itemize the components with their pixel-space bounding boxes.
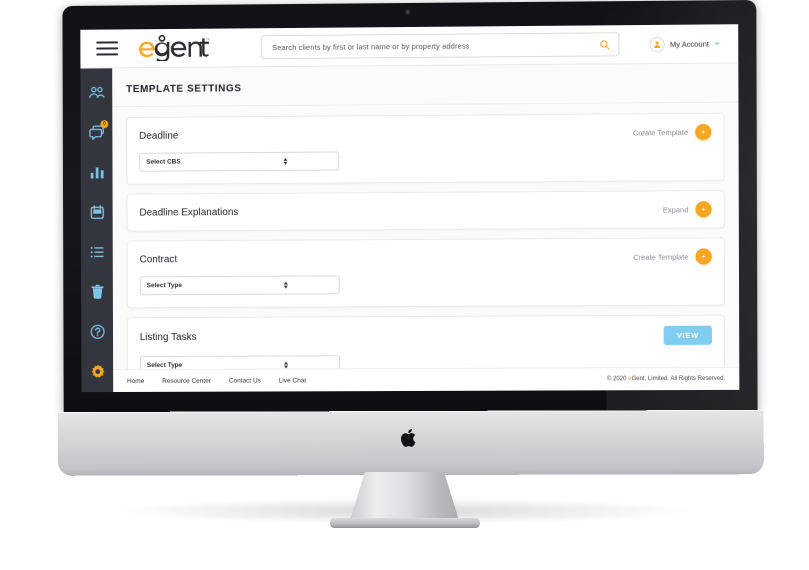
card-deadline: Deadline Create Template Select CBS: [126, 112, 725, 185]
monitor-bezel: ™ Search clients by first or last name o…: [62, 0, 758, 415]
calendar-icon: [90, 205, 104, 220]
expand-button[interactable]: [695, 201, 712, 218]
footer-link-live-chat[interactable]: Live Chat: [279, 377, 306, 384]
card-listing-tasks: Listing Tasks VIEW Select Type: [126, 314, 726, 370]
copyright-notice: © 2020 eGent, Limited. All Rights Reserv…: [607, 376, 729, 382]
monitor-stand: [349, 472, 460, 522]
client-search-bar[interactable]: [261, 32, 620, 60]
sidebar-item-calendar[interactable]: [87, 202, 107, 222]
question-mark-icon: [89, 323, 106, 340]
sidebar-item-messages[interactable]: 0: [87, 120, 109, 142]
sidebar-item-reports[interactable]: [87, 162, 107, 182]
sidebar-item-tasks[interactable]: [87, 242, 107, 262]
bar-chart-icon: [90, 167, 104, 179]
sidebar-item-help[interactable]: [87, 321, 107, 341]
plus-icon: [701, 130, 705, 134]
copyright-suffix: Gent, Limited. All Rights Reserved.: [631, 375, 726, 383]
chevron-down-icon[interactable]: [714, 41, 721, 46]
egent-logo[interactable]: ™: [138, 35, 224, 62]
select-cbs-value: Select CBS: [146, 158, 181, 166]
trash-icon: [90, 284, 104, 299]
create-template-button[interactable]: [695, 123, 712, 141]
top-navigation-bar: ™ Search clients by first or last name o…: [80, 24, 739, 69]
list-icon: [90, 246, 104, 257]
footer-link-contact-us[interactable]: Contact Us: [229, 377, 261, 384]
hamburger-menu-icon[interactable]: [96, 41, 119, 56]
view-button[interactable]: VIEW: [663, 325, 712, 345]
search-icon[interactable]: [599, 39, 610, 50]
webcam-dot: [405, 9, 410, 15]
search-input[interactable]: [270, 38, 600, 53]
imac-scene: ™ Search clients by first or last name o…: [0, 0, 809, 570]
card-deadline-explanations: Deadline Explanations Expand: [126, 190, 725, 232]
create-template-label: Create Template: [632, 127, 689, 137]
main-content: TEMPLATE SETTINGS Deadline Create Templa…: [112, 63, 740, 393]
page-footer: Home Resource Center Contact Us Live Cha…: [113, 366, 740, 393]
user-avatar-icon: [649, 36, 665, 52]
card-header: Deadline Create Template: [139, 123, 712, 144]
account-label: My Account: [669, 39, 710, 49]
account-menu[interactable]: My Account: [649, 36, 726, 52]
plus-icon: [701, 207, 706, 211]
gear-icon: [91, 364, 104, 378]
card-title: Contract: [139, 253, 178, 265]
page-title: TEMPLATE SETTINGS: [112, 63, 739, 108]
card-header: Listing Tasks VIEW: [139, 325, 712, 347]
sidebar-item-clients[interactable]: [86, 82, 106, 102]
card-actions: Create Template: [633, 248, 712, 265]
select-type-dropdown[interactable]: Select Type: [139, 275, 340, 296]
copyright-prefix: © 2020: [606, 376, 629, 383]
card-title: Listing Tasks: [139, 331, 197, 344]
messages-badge: 0: [100, 120, 109, 129]
card-contract: Contract Create Template Select Type: [126, 237, 725, 309]
card-header: Deadline Explanations Expand: [139, 201, 712, 220]
screen-viewport: ™ Search clients by first or last name o…: [80, 24, 740, 393]
template-cards-list: Deadline Create Template Select CBS Dead…: [112, 103, 739, 370]
stepper-arrows-icon[interactable]: [240, 281, 333, 289]
card-actions: Expand: [662, 201, 712, 218]
app-body: 0 TEMPLATE SETTINGS Deadline Create Temp…: [80, 63, 740, 393]
left-sidebar: 0: [80, 68, 114, 393]
web-application: ™ Search clients by first or last name o…: [80, 24, 740, 393]
card-header: Contract Create Template: [140, 248, 712, 267]
card-title: Deadline Explanations: [139, 206, 239, 219]
card-actions: VIEW: [663, 325, 712, 345]
monitor-chin: [57, 409, 764, 476]
select-type-value: Select Type: [146, 282, 183, 290]
create-template-button[interactable]: [695, 248, 712, 265]
svg-text:™: ™: [206, 37, 210, 42]
footer-link-home[interactable]: Home: [127, 377, 144, 384]
expand-label: Expand: [662, 204, 689, 215]
stepper-arrows-icon[interactable]: [239, 157, 332, 166]
sidebar-item-settings[interactable]: [87, 361, 107, 381]
footer-link-resource-center[interactable]: Resource Center: [162, 377, 211, 384]
people-group-icon: [89, 86, 105, 98]
footer-links: Home Resource Center Contact Us Live Cha…: [127, 377, 306, 385]
sidebar-item-trash[interactable]: [87, 281, 107, 301]
card-actions: Create Template: [632, 123, 712, 141]
select-cbs-dropdown[interactable]: Select CBS: [139, 151, 340, 172]
create-template-label: Create Template: [633, 252, 689, 262]
apple-logo: [401, 428, 416, 447]
select-type-dropdown[interactable]: Select Type: [139, 355, 340, 370]
monitor-foot: [329, 518, 480, 528]
plus-icon: [701, 254, 706, 259]
monitor-bezel-wrapper: ™ Search clients by first or last name o…: [62, 0, 758, 415]
card-title: Deadline: [139, 130, 179, 142]
